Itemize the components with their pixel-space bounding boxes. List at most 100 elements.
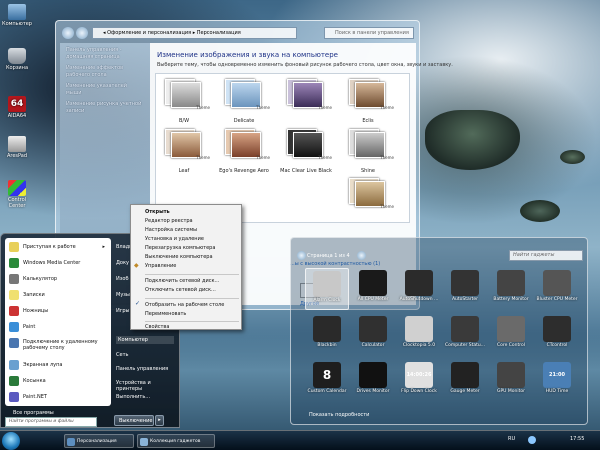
gadget-tile[interactable]: Bluster CPU Meter [535, 268, 579, 310]
theme-item[interactable]: Theme Leaf [158, 129, 210, 174]
arespad-icon [8, 136, 26, 152]
show-details-link[interactable]: Показать подробности [309, 412, 369, 418]
theme-item[interactable]: Theme [342, 178, 394, 217]
ctx-open[interactable]: Открыть [145, 209, 170, 215]
gadget-tile[interactable]: CTcontrol [535, 314, 579, 356]
right-item-devices[interactable]: Устройства и принтеры [116, 380, 178, 392]
ctx-restart[interactable]: Перезагрузка компьютера [145, 245, 215, 251]
computer-context-menu: Открыть Редактор реестра Настройка систе… [130, 204, 242, 330]
program-sticky-notes[interactable]: Записки [7, 288, 109, 302]
search-input[interactable]: Поиск в панели управления [324, 27, 414, 39]
left-link-desktop-icons[interactable]: Изменение эффектов рабочего стола [66, 65, 144, 79]
ctx-uninstall[interactable]: Установка и удаление [145, 236, 204, 242]
program-remote-desktop[interactable]: Подключение к удаленному рабочему столу [7, 336, 109, 356]
program-calculator[interactable]: Калькулятор [7, 272, 109, 286]
gadget-tile[interactable]: Calculator [351, 314, 395, 356]
prev-page-button[interactable] [297, 251, 306, 260]
gadget-icon [543, 270, 571, 296]
gadget-tile[interactable]: GPU Monitor [489, 360, 533, 402]
gadget-tile[interactable]: AutoShutdown ... [397, 268, 441, 310]
shutdown-options-button[interactable]: ▸ [155, 415, 164, 426]
shutdown-button[interactable]: Выключение [114, 415, 154, 426]
gadget-tile[interactable]: 14:00:26 Flip Down Clock [397, 360, 441, 402]
gadgets-icon [140, 438, 148, 446]
ctx-rename[interactable]: Переименовать [145, 311, 186, 317]
theme-item[interactable]: Theme Shine [342, 129, 394, 174]
program-paint[interactable]: Paint [7, 320, 109, 334]
language-indicator[interactable]: RU [508, 436, 515, 442]
right-item-network[interactable]: Сеть [116, 352, 128, 358]
right-item-games[interactable]: Игры [116, 308, 130, 314]
left-link-mouse-pointers[interactable]: Изменение указателей мыши [66, 83, 144, 97]
ctx-separator [145, 298, 239, 299]
taskbar-gadgets[interactable]: Коллекция гаджетов [137, 434, 215, 448]
desktop-icon-aida64[interactable]: 64 AIDA64 [0, 96, 34, 119]
ctx-registry-editor[interactable]: Редактор реестра [145, 218, 193, 224]
right-item-control-panel[interactable]: Панель управления [116, 366, 168, 372]
back-button[interactable] [62, 27, 74, 39]
start-search-input[interactable]: Найти программы и файлы [5, 417, 97, 427]
taskbar: Персонализация Коллекция гаджетов RU 17:… [0, 430, 600, 450]
gadget-tile[interactable]: Battery Monitor [489, 268, 533, 310]
theme-item[interactable]: Theme [280, 79, 332, 118]
gadget-icon [497, 270, 525, 296]
recycle-bin-icon [8, 48, 26, 64]
gadget-gallery-toolbar: Страница 1 из 4 Найти гаджеты [297, 250, 585, 262]
program-snipping-tool[interactable]: Ножницы [7, 304, 109, 318]
ctx-manage[interactable]: Управление [145, 263, 176, 269]
theme-item[interactable]: Theme Eclis [342, 79, 394, 124]
gadget-tile[interactable]: 8 Custom Calendar [305, 360, 349, 402]
getting-started-icon [9, 242, 19, 252]
left-link-account-picture[interactable]: Изменение рисунка учетной записи [66, 101, 144, 115]
gadget-label: Computer Statu... [444, 343, 486, 348]
gadget-search-input[interactable]: Найти гаджеты [509, 250, 583, 261]
theme-item[interactable]: Theme Ego's Revenge Aero [218, 129, 270, 174]
ctx-shutdown[interactable]: Выключение компьютера [145, 254, 213, 260]
all-programs-button[interactable]: Все программы [13, 410, 54, 416]
desktop-icon-arespad[interactable]: AresPad [0, 136, 34, 159]
program-paintnet[interactable]: Paint.NET [7, 390, 109, 404]
program-getting-started[interactable]: Приступая к работе ▸ [7, 240, 109, 254]
gadget-tile[interactable]: Drives Monitor [351, 360, 395, 402]
taskbar-personalization[interactable]: Персонализация [64, 434, 134, 448]
start-button[interactable] [2, 432, 20, 450]
desktop-icon-control-center[interactable]: Control Center [0, 180, 34, 209]
theme-item[interactable]: Theme Delicate [218, 79, 270, 124]
ctx-show-on-desktop[interactable]: Отобразить на рабочем столе [145, 302, 224, 308]
gadget-tile[interactable]: Gauge Meter [443, 360, 487, 402]
right-item-computer[interactable]: Компьютер [116, 336, 174, 344]
navigation-bar: ◂ Оформление и персонализация ▸ Персонал… [60, 27, 415, 39]
ctx-disconnect-drive[interactable]: Отключить сетевой диск... [145, 287, 216, 293]
gadget-tile[interactable]: 21:00 HUD Time [535, 360, 579, 402]
ctx-map-drive[interactable]: Подключить сетевой диск... [145, 278, 219, 284]
gadget-gallery-window[interactable]: Страница 1 из 4 Найти гаджеты Alarm Cloc… [290, 237, 588, 425]
gadget-tile[interactable]: All CPU Meter [351, 268, 395, 310]
forward-button[interactable] [76, 27, 88, 39]
gadget-icon [451, 316, 479, 342]
right-item-pictures[interactable]: Изоб [116, 276, 129, 282]
gadget-tile[interactable]: Computer Statu... [443, 314, 487, 356]
program-solitaire[interactable]: Косынка [7, 374, 109, 388]
gadget-icon: 21:00 [543, 362, 571, 388]
gadget-tile[interactable]: AutoStarter [443, 268, 487, 310]
gadget-tile[interactable]: Core Control [489, 314, 533, 356]
gadget-tile[interactable]: Alarm Clock [305, 268, 349, 310]
program-media-center[interactable]: Windows Media Center [7, 256, 109, 270]
clock[interactable]: 17:55 [570, 436, 584, 442]
theme-item[interactable]: Theme B/W [158, 79, 210, 124]
right-item-run[interactable]: Выполнить... [116, 394, 150, 400]
desktop-icon-computer[interactable]: Компьютер [0, 4, 34, 27]
theme-item[interactable]: Theme Mac Clear Live Black [280, 129, 332, 174]
program-magnifier[interactable]: Экранная лупа [7, 358, 109, 372]
gadget-tile[interactable]: Clocktopia 5.0 [397, 314, 441, 356]
network-icon[interactable] [528, 436, 536, 444]
right-item-documents[interactable]: Доку [116, 260, 129, 266]
left-link-control-panel-home[interactable]: Панель управления - домашняя страница [66, 47, 144, 61]
address-bar[interactable]: ◂ Оформление и персонализация ▸ Персонал… [92, 27, 297, 39]
gadget-icon [451, 362, 479, 388]
ctx-system-config[interactable]: Настройка системы [145, 227, 197, 233]
desktop-icon-recycle-bin[interactable]: Корзина [0, 48, 34, 71]
next-page-button[interactable] [357, 251, 366, 260]
gadget-tile[interactable]: Blackbin [305, 314, 349, 356]
ctx-properties[interactable]: Свойства [145, 324, 169, 330]
